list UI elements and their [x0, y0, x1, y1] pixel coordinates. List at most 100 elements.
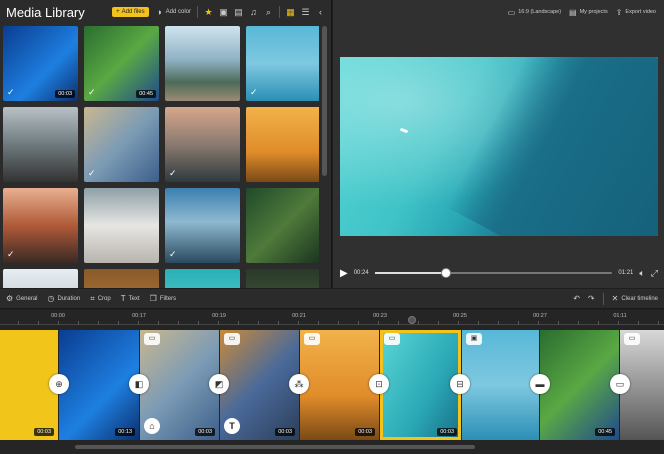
ruler-tick-label: 00:19 [212, 313, 226, 319]
search-icon[interactable]: ⌕ [264, 7, 273, 18]
grid-view-icon[interactable]: ▦ [286, 7, 295, 18]
media-thumbnail-food[interactable] [84, 269, 159, 288]
motion-effect-icon[interactable]: ▭ [384, 333, 400, 345]
tool-duration[interactable]: ◷ Duration [48, 294, 81, 303]
export-video-button[interactable]: ⇪ Export video [616, 8, 656, 17]
timeline-clip-windows-blue[interactable]: 00:13 [59, 330, 139, 440]
tool-general[interactable]: ⚙ General [6, 294, 38, 303]
motion-effect-icon[interactable]: ▣ [466, 333, 482, 345]
ruler-minor-tick [18, 321, 19, 325]
transition-icon[interactable]: ⊡ [369, 374, 389, 394]
duration-icon: ◷ [47, 294, 55, 303]
add-files-button[interactable]: + Add files [112, 7, 149, 17]
filters-icon: ❐ [149, 294, 157, 303]
my-projects-label: My projects [579, 9, 608, 15]
seek-handle[interactable] [441, 268, 452, 278]
transition-icon[interactable]: ⁂ [289, 374, 309, 394]
timeline-clip-temples[interactable]: ▭ 00:03 [300, 330, 379, 440]
media-thumbnail-temples[interactable] [246, 107, 319, 182]
clear-timeline-label: Clear timeline [621, 295, 658, 302]
current-time: 00:24 [353, 270, 369, 276]
sticker-icon[interactable]: ⌂ [144, 418, 160, 434]
ruler-minor-tick [238, 321, 239, 325]
divider [279, 6, 280, 18]
aspect-ratio-button[interactable]: ▭ 16:9 (Landscape) [508, 8, 561, 17]
ruler-minor-tick [338, 321, 339, 325]
tool-text[interactable]: T Text [121, 294, 140, 303]
media-thumbnail-rio-city[interactable] [165, 26, 240, 101]
transition-icon[interactable]: ▭ [610, 374, 630, 394]
video-icon[interactable]: ▤ [234, 7, 243, 18]
motion-effect-icon[interactable]: ▭ [304, 333, 320, 345]
media-thumbnail-desert-road[interactable]: ✓ [3, 188, 78, 263]
export-video-label: Export video [625, 9, 656, 15]
crop-icon: ⌗ [90, 293, 95, 303]
ruler-minor-tick [558, 321, 559, 325]
check-icon: ✓ [250, 87, 258, 97]
media-scrollbar[interactable] [322, 26, 327, 176]
media-thumbnail-dark-forest[interactable] [246, 269, 319, 288]
media-thumbnail-woman-pool[interactable]: ✓ [246, 26, 319, 101]
music-icon[interactable]: ♫ [249, 7, 258, 17]
media-thumbnail-jeep-sunset[interactable]: ✓ [165, 107, 240, 182]
ruler-minor-tick [598, 321, 599, 325]
timeline-clip-window-road[interactable]: ▭ T 00:03 [220, 330, 299, 440]
volume-icon[interactable]: 🔈︎ [639, 268, 644, 279]
my-projects-button[interactable]: ▤ My projects [569, 8, 608, 17]
palette-icon: ◑ [156, 7, 162, 17]
edit-tools: ⚙ General ◷ Duration ⌗ Crop T Text ❐ Filters [6, 294, 176, 304]
image-icon[interactable]: ▣ [219, 7, 228, 18]
ruler-minor-tick [158, 321, 159, 325]
timeline-scrollbar[interactable] [75, 445, 475, 449]
undo-icon[interactable]: ↶ [573, 294, 580, 303]
clip-duration-badge: 00:03 [195, 428, 215, 436]
add-color-button[interactable]: ◑ Add color [155, 7, 191, 17]
media-thumbnail-snow-mountains[interactable] [3, 269, 78, 288]
check-icon: ✓ [88, 168, 96, 178]
tool-crop[interactable]: ⌗ Crop [90, 294, 111, 304]
plus-icon: + [116, 9, 120, 15]
tool-filters[interactable]: ❐ Filters [150, 294, 177, 303]
ruler-minor-tick [578, 321, 579, 325]
motion-effect-icon[interactable]: ▭ [224, 333, 240, 345]
total-time: 01:21 [618, 270, 634, 276]
media-thumbnail-parrot[interactable]: ✓ 00:45 [84, 26, 159, 101]
ruler-minor-tick [98, 321, 99, 325]
ruler-minor-tick [638, 321, 639, 325]
transition-icon[interactable]: ⊕ [49, 374, 69, 394]
media-thumbnail-forest-road[interactable] [246, 188, 319, 263]
playhead-handle[interactable] [408, 316, 416, 324]
text-overlay-icon[interactable]: T [224, 418, 240, 434]
redo-icon[interactable]: ↷ [588, 294, 595, 303]
media-thumbnail-santorini[interactable] [84, 188, 159, 263]
play-icon[interactable]: ▶ [340, 268, 348, 279]
timeline-clip-woman-pool[interactable]: ▣ [462, 330, 539, 440]
timeline-clip-beach-aerial[interactable]: ▭ 00:03 [380, 330, 461, 440]
timeline-clip-travel-map[interactable]: ▭ ⌂ 00:03 [140, 330, 219, 440]
collapse-chevron-icon[interactable]: ‹ [316, 7, 325, 17]
media-thumbnail-beach-top[interactable] [165, 269, 240, 288]
seek-bar[interactable] [374, 268, 613, 278]
transition-icon[interactable]: ◩ [209, 374, 229, 394]
transition-icon[interactable]: ⊟ [450, 374, 470, 394]
clip-duration-badge: 00:45 [595, 428, 615, 436]
transition-icon[interactable]: ▬ [530, 374, 550, 394]
timeline-clip-parrot[interactable]: 00:45 [540, 330, 619, 440]
preview-panel: ▭ 16:9 (Landscape) ▤ My projects ⇪ Export v… [333, 0, 664, 288]
star-icon[interactable]: ★ [204, 7, 213, 18]
motion-effect-icon[interactable]: ▭ [624, 333, 640, 345]
list-view-icon[interactable]: ☰ [301, 7, 310, 18]
aspect-ratio-label: 16:9 (Landscape) [518, 9, 562, 15]
video-preview[interactable] [340, 57, 658, 236]
media-thumbnail-windows-blue[interactable]: ✓ 00:03 [3, 26, 78, 101]
ruler-minor-tick [178, 321, 179, 325]
media-thumbnail-travel-map[interactable]: ✓ [84, 107, 159, 182]
fullscreen-icon[interactable]: ⤢ [651, 268, 658, 279]
ruler-tick-label: 00:23 [373, 313, 387, 319]
toolbar-right: ↶ ↷ ✕ Clear timeline [573, 292, 658, 305]
motion-effect-icon[interactable]: ▭ [144, 333, 160, 345]
clear-timeline-button[interactable]: ✕ Clear timeline [612, 294, 658, 303]
media-thumbnail-lake-hiker[interactable]: ✓ [165, 188, 240, 263]
media-thumbnail-woman-mountains[interactable] [3, 107, 78, 182]
transition-icon[interactable]: ◧ [129, 374, 149, 394]
